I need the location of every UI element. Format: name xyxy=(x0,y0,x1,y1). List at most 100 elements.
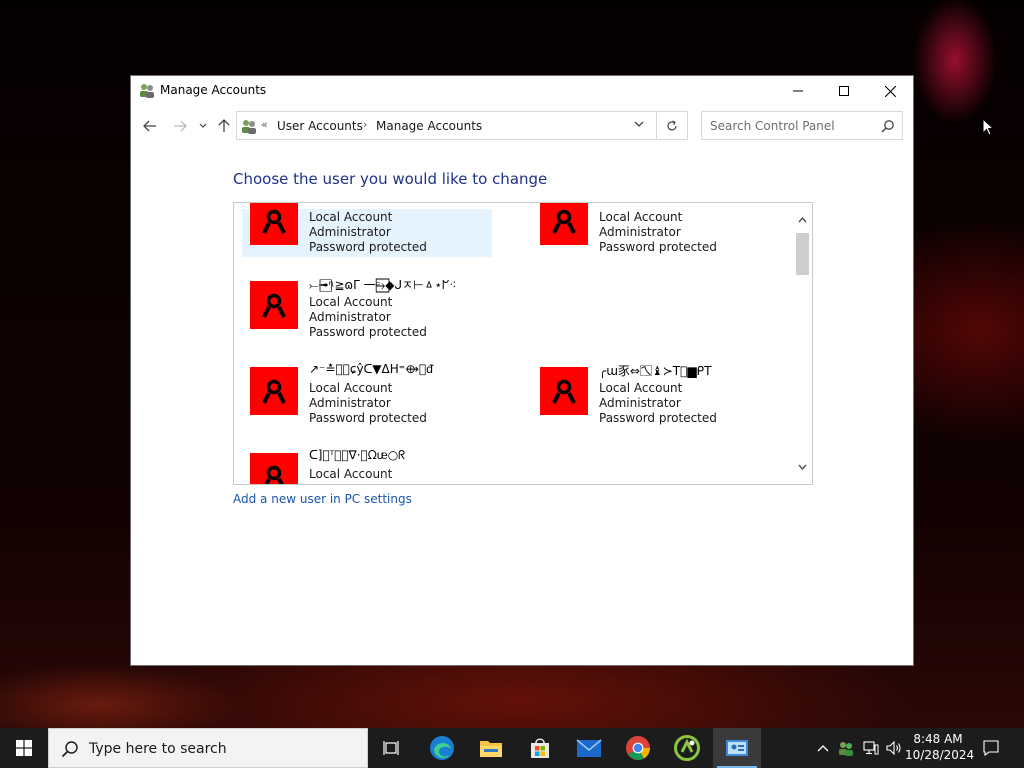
account-role: Administrator xyxy=(309,225,391,239)
forward-arrow-icon xyxy=(174,120,187,132)
title-bar[interactable]: Manage Accounts xyxy=(131,76,913,106)
taskbar-control-panel[interactable] xyxy=(713,728,761,768)
maximize-icon xyxy=(839,86,849,96)
account-name: ⤚➟⃞⃞ᶯ≧ɷᒥ ⼀⥱⃞◆ᒍㅈ⊢ㅿ⋆ᖸ⁖ xyxy=(309,278,457,292)
account-type: Local Account xyxy=(309,295,393,309)
accounts-list: Local Account Administrator Password pro… xyxy=(233,202,813,485)
search-placeholder: Search Control Panel xyxy=(710,119,835,133)
minimize-button[interactable] xyxy=(775,76,821,106)
user-avatar-icon xyxy=(552,379,576,404)
account-type: Local Account xyxy=(599,210,683,224)
vertical-scrollbar[interactable] xyxy=(794,203,811,484)
scroll-down-button[interactable] xyxy=(796,460,809,474)
search-icon xyxy=(61,741,78,758)
avatar xyxy=(250,367,298,415)
account-tile[interactable]: Local Account Administrator Password pro… xyxy=(242,203,492,257)
taskbar-search-placeholder: Type here to search xyxy=(89,741,227,757)
account-tile[interactable]: ᑕ]⃞ᵀ⃞⥼∇⋅⃞ᘯᵫ○ᖇ Local Account xyxy=(242,447,492,484)
breadcrumb-user-accounts[interactable]: User Accounts xyxy=(277,119,363,133)
account-role: Administrator xyxy=(309,396,391,410)
taskbar: Type here to search 8:48 AM 10/28/2024 xyxy=(0,728,1024,768)
scroll-up-button[interactable] xyxy=(796,213,809,227)
account-tile[interactable]: ⤚➟⃞⃞ᶯ≧ɷᒥ ⼀⥱⃞◆ᒍㅈ⊢ㅿ⋆ᖸ⁖ Local Account Admin… xyxy=(242,275,492,339)
account-type: Local Account xyxy=(599,381,683,395)
manage-accounts-window: Manage Accounts « User Accounts › Manage… xyxy=(130,75,914,666)
avatar xyxy=(250,281,298,329)
user-avatar-icon xyxy=(262,209,286,234)
account-status: Password protected xyxy=(309,240,427,254)
account-status: Password protected xyxy=(309,411,427,425)
account-status: Password protected xyxy=(599,240,717,254)
account-tile[interactable]: Local Account Administrator Password pro… xyxy=(532,203,782,257)
tray-people-icon xyxy=(839,742,853,756)
account-type: Local Account xyxy=(309,210,393,224)
address-box[interactable]: « User Accounts › Manage Accounts xyxy=(236,111,688,140)
taskbar-mail[interactable] xyxy=(565,728,613,768)
task-view-icon xyxy=(383,741,399,755)
start-button[interactable] xyxy=(0,728,48,768)
user-accounts-icon xyxy=(140,84,154,98)
taskbar-edge[interactable] xyxy=(418,728,466,768)
add-user-link[interactable]: Add a new user in PC settings xyxy=(233,492,412,506)
account-role: Administrator xyxy=(599,225,681,239)
speaker-icon xyxy=(886,741,901,755)
back-button[interactable] xyxy=(141,117,159,135)
user-avatar-icon xyxy=(262,379,286,404)
breadcrumb-overflow[interactable]: « xyxy=(261,118,268,131)
avatar xyxy=(250,453,298,484)
account-type: Local Account xyxy=(309,381,393,395)
back-arrow-icon xyxy=(143,120,156,132)
refresh-button[interactable] xyxy=(656,111,688,140)
window-controls xyxy=(775,76,913,106)
taskbar-clock[interactable]: 8:48 AM 10/28/2024 xyxy=(905,731,975,763)
taskbar-file-explorer[interactable] xyxy=(467,728,515,768)
notification-center-button[interactable] xyxy=(978,728,1004,768)
folder-icon xyxy=(480,741,502,757)
account-status: Password protected xyxy=(599,411,717,425)
scroll-up-icon xyxy=(798,217,807,223)
mouse-cursor-icon xyxy=(982,118,994,136)
avatar xyxy=(540,203,588,245)
breadcrumb-manage-accounts[interactable]: Manage Accounts xyxy=(376,119,482,133)
user-avatar-icon xyxy=(552,209,576,234)
chevron-up-icon xyxy=(817,745,829,752)
minimize-icon xyxy=(793,90,803,92)
address-dropdown-icon[interactable] xyxy=(634,120,644,128)
user-avatar-icon xyxy=(264,465,284,484)
avatar xyxy=(250,203,298,245)
account-status: Password protected xyxy=(309,325,427,339)
account-name: ╭ɯ豕⇔ㄟ⃞♝≻T⃞▆ᑭT xyxy=(599,364,712,378)
windows-logo-icon xyxy=(16,740,32,756)
task-view-button[interactable] xyxy=(368,728,416,768)
taskbar-search-box[interactable]: Type here to search xyxy=(48,728,368,768)
tray-overflow-button[interactable] xyxy=(814,728,832,768)
up-arrow-icon xyxy=(218,119,230,132)
mail-icon xyxy=(576,739,602,757)
clock-date: 10/28/2024 xyxy=(905,748,975,762)
taskbar-chrome[interactable] xyxy=(614,728,662,768)
network-status[interactable] xyxy=(861,728,881,768)
breadcrumb-arrow[interactable]: › xyxy=(363,118,367,131)
recent-locations-button[interactable] xyxy=(194,117,212,135)
notification-icon xyxy=(983,740,999,756)
network-icon xyxy=(863,741,879,755)
close-button[interactable] xyxy=(867,76,913,106)
account-name: ᑕ]⃞ᵀ⃞⥼∇⋅⃞ᘯᵫ○ᖇ xyxy=(309,448,406,462)
volume-control[interactable] xyxy=(884,728,904,768)
taskbar-utility-app[interactable] xyxy=(663,728,711,768)
search-input[interactable]: Search Control Panel xyxy=(701,111,903,140)
page-title: Choose the user you would like to change xyxy=(233,170,548,188)
scroll-thumb[interactable] xyxy=(796,233,809,275)
account-tile[interactable]: ╭ɯ豕⇔ㄟ⃞♝≻T⃞▆ᑭT Local Account Administrato… xyxy=(532,361,782,425)
control-panel-icon xyxy=(726,740,748,756)
up-button[interactable] xyxy=(215,117,233,135)
search-icon xyxy=(881,120,894,133)
user-accounts-icon xyxy=(242,120,256,134)
tray-app[interactable] xyxy=(836,728,856,768)
window-title: Manage Accounts xyxy=(160,83,267,97)
forward-button[interactable] xyxy=(171,117,189,135)
taskbar-store[interactable] xyxy=(516,728,564,768)
chrome-icon xyxy=(626,736,651,760)
maximize-button[interactable] xyxy=(821,76,867,106)
account-tile[interactable]: ↗⁻≛⃞⃞ɕŷᑕ▼ᐃH⁼⟴⃞ᵭ Local Account Administra… xyxy=(242,361,492,425)
